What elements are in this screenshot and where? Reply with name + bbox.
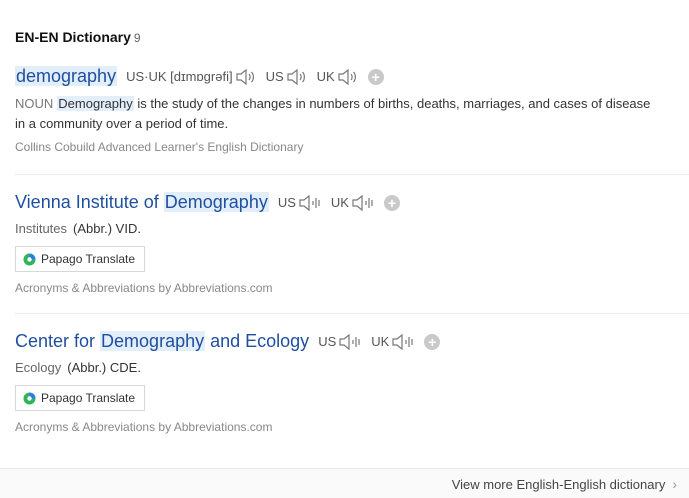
abbreviation-line: Ecology (Abbr.) CDE. — [15, 360, 689, 375]
abbreviation-line: Institutes (Abbr.) VID. — [15, 221, 689, 236]
abbreviation: (Abbr.) VID. — [73, 221, 141, 236]
papago-translate-button[interactable]: Papago Translate — [15, 385, 146, 411]
source-attribution: Collins Cobuild Advanced Learner's Engli… — [15, 140, 304, 154]
dictionary-entry: Center for Demography and Ecology US UK … — [15, 331, 689, 434]
category: Institutes — [15, 221, 68, 236]
papago-logo-icon — [23, 392, 36, 404]
pron-region: US·UK — [126, 69, 167, 84]
category: Ecology — [15, 360, 62, 375]
speaker-icon[interactable] — [352, 194, 376, 212]
pronunciation: US UK + — [318, 333, 441, 351]
part-of-speech: NOUN — [15, 96, 54, 111]
entry-head: Center for Demography and Ecology US UK … — [15, 331, 689, 352]
abbreviation: (Abbr.) CDE. — [67, 360, 141, 375]
view-more-link[interactable]: View more English-English dictionary › — [452, 476, 677, 492]
view-more-label: View more English-English dictionary — [451, 476, 666, 492]
entry-head: Vienna Institute of Demography US UK + — [15, 192, 689, 213]
section-title-text: EN-EN Dictionary — [15, 29, 131, 45]
pronunciation: US·UK [dɪmɒgrəfi] US UK + — [126, 68, 384, 86]
term-highlight: Demography — [163, 192, 269, 212]
uk-label: UK — [330, 195, 349, 210]
chevron-right-icon: › — [672, 476, 677, 492]
entry-head: demography US·UK [dɪmɒgrəfi] US UK + — [15, 66, 689, 87]
dictionary-entry: demography US·UK [dɪmɒgrəfi] US UK + NOU… — [15, 66, 689, 154]
papago-logo-icon — [23, 253, 36, 265]
speaker-icon[interactable] — [392, 333, 416, 351]
speaker-icon[interactable] — [299, 194, 323, 212]
entry-term-link[interactable]: demography — [15, 66, 118, 87]
definition: NOUN Demography is the study of the chang… — [15, 94, 689, 134]
speaker-icon[interactable] — [338, 68, 360, 86]
dictionary-entry: Vienna Institute of Demography US UK + I… — [15, 192, 689, 295]
papago-label: Papago Translate — [41, 252, 136, 266]
divider — [15, 174, 689, 175]
speaker-icon[interactable] — [235, 68, 258, 86]
footer-bar: View more English-English dictionary › — [0, 468, 689, 498]
definition-highlight: Demography — [57, 96, 134, 111]
divider — [15, 313, 689, 314]
papago-translate-button[interactable]: Papago Translate — [15, 246, 146, 272]
plus-circle-icon[interactable]: + — [424, 333, 441, 350]
plus-circle-icon[interactable]: + — [383, 194, 400, 211]
entry-term-link[interactable]: Vienna Institute of Demography — [15, 192, 269, 213]
term-text: Vienna Institute of — [15, 192, 164, 212]
pron-ipa: [dɪmɒgrəfi] — [170, 69, 233, 84]
entry-term-link[interactable]: Center for Demography and Ecology — [15, 331, 309, 352]
section-title: EN-EN Dictionary 9 — [15, 29, 141, 45]
speaker-icon[interactable] — [287, 68, 309, 86]
source-attribution: Acronyms & Abbreviations by Abbreviation… — [15, 281, 273, 295]
term-text: Center for — [15, 331, 101, 351]
uk-label: UK — [371, 334, 390, 349]
term-highlight: Demography — [100, 331, 206, 351]
uk-label: UK — [316, 69, 335, 84]
term-highlight: demography — [15, 66, 118, 86]
result-count: 9 — [133, 31, 141, 45]
plus-circle-icon[interactable]: + — [367, 68, 384, 85]
us-label: US — [265, 69, 284, 84]
us-label: US — [277, 195, 296, 210]
speaker-icon[interactable] — [339, 333, 363, 351]
source-attribution: Acronyms & Abbreviations by Abbreviation… — [15, 420, 273, 434]
pronunciation: US UK + — [278, 194, 400, 212]
us-label: US — [318, 334, 337, 349]
term-text-suffix: and Ecology — [205, 331, 310, 351]
papago-label: Papago Translate — [41, 391, 136, 405]
